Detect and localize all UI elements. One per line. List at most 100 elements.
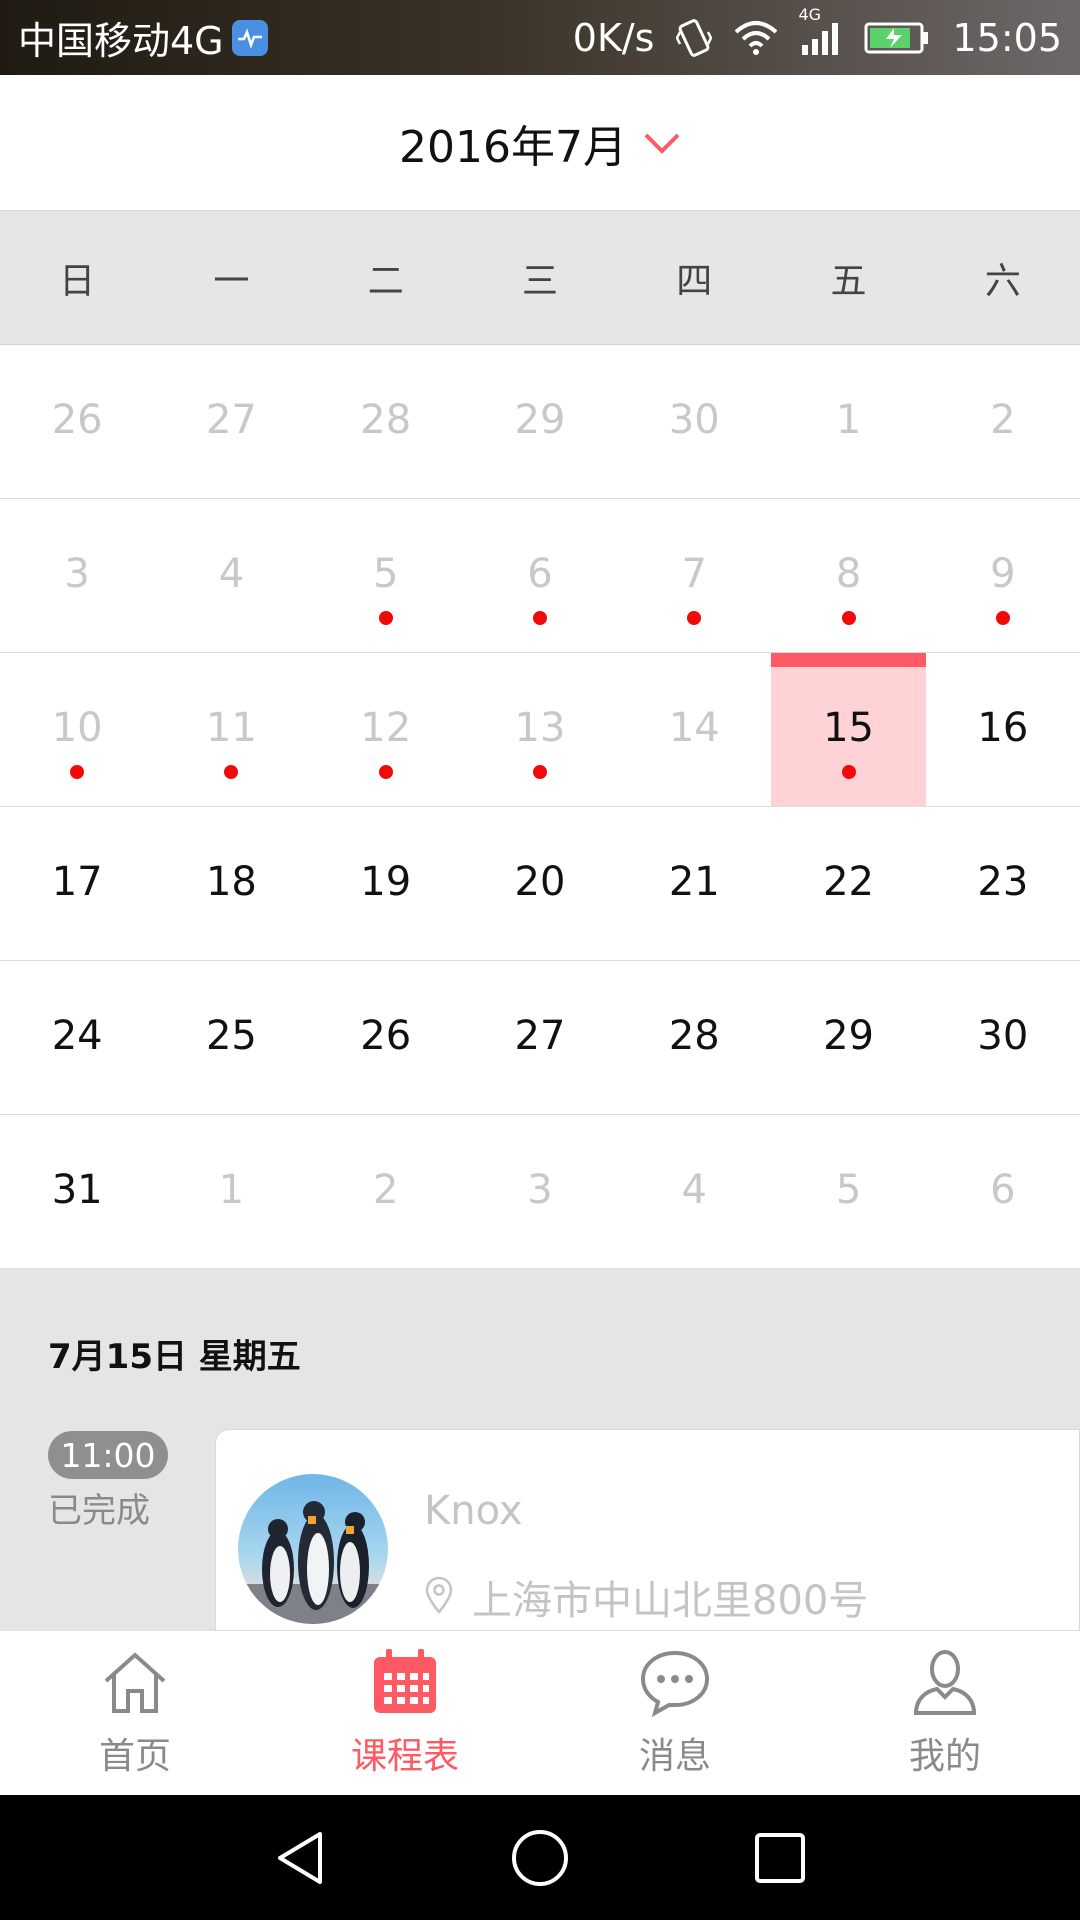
calendar-day[interactable]: 1 <box>771 345 925 498</box>
tab-label: 课程表 <box>350 1736 459 1777</box>
calendar-day[interactable]: 8 <box>771 499 925 652</box>
calendar-day[interactable]: 2 <box>926 345 1080 498</box>
calendar-day[interactable]: 30 <box>926 961 1080 1114</box>
weekday-label: 一 <box>213 260 250 302</box>
calendar-day-number: 5 <box>372 550 399 597</box>
status-bar-left: 中国移动4G <box>18 0 268 75</box>
calendar-day[interactable]: 3 <box>463 1115 617 1268</box>
calendar-day[interactable]: 7 <box>617 499 771 652</box>
calendar-day[interactable]: 27 <box>463 961 617 1114</box>
calendar-day-number: 18 <box>205 858 257 905</box>
weekday-label: 二 <box>367 260 404 302</box>
calendar-day[interactable]: 16 <box>926 653 1080 806</box>
calendar-day[interactable]: 6 <box>926 1115 1080 1268</box>
calendar-day[interactable]: 9 <box>926 499 1080 652</box>
calendar-day-number: 17 <box>51 858 103 905</box>
net-speed: 0K/s <box>572 15 655 60</box>
chevron-down-icon[interactable] <box>643 131 681 155</box>
tab-profile[interactable]: 我的 <box>810 1631 1080 1795</box>
lesson-address: 上海市中山北里800号 <box>472 1578 869 1624</box>
calendar-day[interactable]: 12 <box>309 653 463 806</box>
calendar-day[interactable]: 29 <box>463 345 617 498</box>
calendar-day[interactable]: 2 <box>309 1115 463 1268</box>
message-icon <box>639 1647 711 1721</box>
calendar-day-number: 9 <box>990 550 1016 597</box>
calendar-day[interactable]: 22 <box>771 807 925 960</box>
calendar-day-number: 27 <box>514 1012 566 1059</box>
calendar-day[interactable]: 17 <box>0 807 154 960</box>
event-dot-indicator <box>378 765 393 779</box>
battery-charging-icon <box>864 21 930 55</box>
calendar-day[interactable]: 29 <box>771 961 925 1114</box>
calendar-day[interactable]: 4 <box>154 499 308 652</box>
calendar-day-number: 14 <box>668 704 720 751</box>
event-dot-indicator <box>841 765 856 779</box>
weekday-header: 日 一 二 三 四 五 六 <box>0 210 1080 345</box>
calendar-day[interactable]: 18 <box>154 807 308 960</box>
calendar-day-selected[interactable]: 15 <box>771 653 926 806</box>
calendar-day[interactable]: 13 <box>463 653 617 806</box>
calendar-day-number: 30 <box>668 396 720 443</box>
profile-icon <box>910 1647 980 1721</box>
calendar-day[interactable]: 19 <box>309 807 463 960</box>
calendar-day[interactable]: 21 <box>617 807 771 960</box>
calendar-day[interactable]: 30 <box>617 345 771 498</box>
lesson-status: 已完成 <box>48 1491 150 1531</box>
calendar-day[interactable]: 26 <box>309 961 463 1114</box>
bottom-tab-bar: 首页 课程表 消息 我的 <box>0 1630 1080 1795</box>
calendar-day-number: 6 <box>527 550 553 597</box>
recent-apps-icon[interactable] <box>740 1818 820 1898</box>
calendar-day[interactable]: 25 <box>154 961 308 1114</box>
calendar-day-number: 27 <box>205 396 257 443</box>
calendar-week-row: 10 11 12 13 14 15 16 <box>0 653 1080 807</box>
calendar-day[interactable]: 5 <box>309 499 463 652</box>
calendar-day[interactable]: 27 <box>154 345 308 498</box>
month-title[interactable]: 2016年7月 <box>399 111 627 175</box>
calendar-day[interactable]: 3 <box>0 499 154 652</box>
calendar-day-number: 3 <box>64 550 90 597</box>
month-selector[interactable]: 2016年7月 <box>0 75 1080 210</box>
lesson-card[interactable]: Knox 上海市中山北里800号 <box>215 1429 1080 1630</box>
calendar-day[interactable]: 28 <box>309 345 463 498</box>
calendar-day[interactable]: 5 <box>771 1115 925 1268</box>
calendar-day[interactable]: 24 <box>0 961 154 1114</box>
calendar-day[interactable]: 11 <box>154 653 308 806</box>
calendar-icon <box>370 1647 440 1721</box>
calendar-day[interactable]: 28 <box>617 961 771 1114</box>
network-type-label: 4G <box>798 4 822 24</box>
home-circle-icon[interactable] <box>500 1818 580 1898</box>
calendar-grid: 26 27 28 29 30 1 2 3 4 5 6 7 8 9 10 11 12 13 14 15 16 17 18 19 2… <box>0 345 1080 1269</box>
calendar-day[interactable]: 1 <box>154 1115 308 1268</box>
calendar-day[interactable]: 20 <box>463 807 617 960</box>
vibrate-icon <box>676 18 713 58</box>
calendar-day[interactable]: 4 <box>617 1115 771 1268</box>
calendar-day[interactable]: 23 <box>926 807 1080 960</box>
event-dot-indicator <box>995 611 1010 625</box>
calendar-day-number: 26 <box>51 396 103 443</box>
system-nav-bar <box>0 1795 1080 1920</box>
calendar-day[interactable]: 14 <box>617 653 771 806</box>
event-dot-indicator <box>687 611 702 625</box>
weekday-label: 六 <box>984 260 1021 302</box>
calendar-week-row: 3 4 5 6 7 8 9 <box>0 499 1080 653</box>
lesson-time-badge: 11:00 <box>48 1431 168 1479</box>
signal-icon: 4G <box>798 5 842 57</box>
calendar-day-number: 11 <box>205 704 257 751</box>
calendar-day-number: 24 <box>51 1012 103 1059</box>
weekday-label: 五 <box>830 260 867 302</box>
calendar-day-number: 19 <box>360 858 412 905</box>
calendar-day[interactable]: 10 <box>0 653 154 806</box>
event-dot-indicator <box>532 765 547 779</box>
calendar-day[interactable]: 26 <box>0 345 154 498</box>
calendar-day-number: 22 <box>823 858 874 905</box>
calendar-day-number: 16 <box>977 704 1029 751</box>
tab-home[interactable]: 首页 <box>0 1631 270 1795</box>
tab-messages[interactable]: 消息 <box>540 1631 810 1795</box>
event-dot-indicator <box>532 611 547 625</box>
calendar-day[interactable]: 6 <box>463 499 617 652</box>
back-icon[interactable] <box>260 1818 340 1898</box>
tab-schedule[interactable]: 课程表 <box>270 1631 540 1795</box>
calendar-day[interactable]: 31 <box>0 1115 154 1268</box>
calendar-day-number: 1 <box>218 1166 245 1213</box>
calendar-week-row: 24 25 26 27 28 29 30 <box>0 961 1080 1115</box>
